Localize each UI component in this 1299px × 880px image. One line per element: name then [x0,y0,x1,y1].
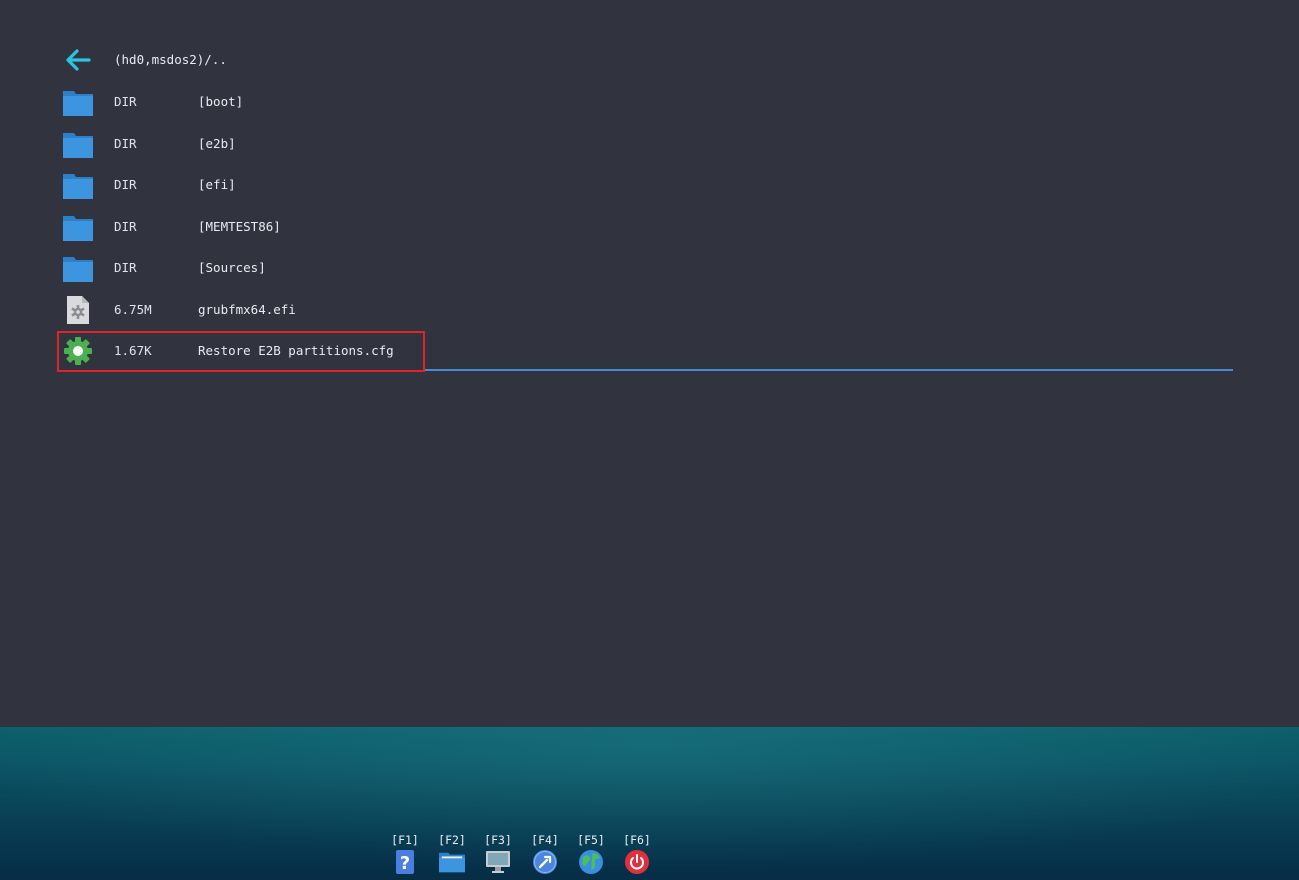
entry-size: DIR [114,177,137,192]
f3-label: [F3] [484,833,512,847]
entry-size: DIR [114,136,137,151]
list-item-e2b[interactable]: DIR [e2b] [58,127,1233,161]
f5-label: [F5] [577,833,605,847]
list-item-grubfmx64-efi[interactable]: 6.75M grubfmx64.efi [58,293,1233,327]
help-icon: ? [392,849,418,875]
f1-label: [F1] [391,833,419,847]
entry-size: DIR [114,94,137,109]
selection-underline [425,369,1233,371]
f5-network-button[interactable]: [F5] [571,833,611,875]
folder-icon [62,212,94,242]
list-item-sources[interactable]: DIR [Sources] [58,251,1233,285]
f1-help-button[interactable]: [F1] ? [385,833,425,875]
parent-directory-row[interactable]: (hd0,msdos2)/.. [58,43,1233,77]
entry-name: [Sources] [198,260,266,275]
f6-power-button[interactable]: [F6] [617,833,657,875]
globe-icon [578,849,604,875]
back-arrow-icon [62,45,94,75]
folder-icon [62,170,94,200]
entry-name: [boot] [198,94,244,109]
folder-icon [62,253,94,283]
f4-label: [F4] [531,833,559,847]
entry-name: [e2b] [198,136,236,151]
folder-icon [62,87,94,117]
file-browser-panel: (hd0,msdos2)/.. DIR [boot] DIR [e2b] DIR… [0,0,1299,727]
entry-name: [MEMTEST86] [198,219,281,234]
display-icon [485,849,511,875]
parent-directory-label: (hd0,msdos2)/.. [114,52,227,67]
list-item-memtest86[interactable]: DIR [MEMTEST86] [58,210,1233,244]
entry-name: grubfmx64.efi [198,302,296,317]
list-item-boot[interactable]: DIR [boot] [58,85,1233,119]
selection-highlight [57,331,425,372]
f6-label: [F6] [623,833,651,847]
entry-size: 6.75M [114,302,152,317]
f2-file-manager-button[interactable]: [F2] [432,833,472,875]
f2-label: [F2] [438,833,466,847]
file-manager-icon [439,849,465,875]
function-key-bar: [F1] ? [F2] [F3] [F4] [F5] [F6] [0,727,1299,880]
folder-icon [62,129,94,159]
entry-name: [efi] [198,177,236,192]
efi-file-icon [62,295,94,325]
list-item-efi[interactable]: DIR [efi] [58,168,1233,202]
f3-display-button[interactable]: [F3] [478,833,518,875]
power-icon [624,849,650,875]
svg-text:?: ? [400,853,410,874]
tools-icon [532,849,558,875]
grub-file-manager-screen: (hd0,msdos2)/.. DIR [boot] DIR [e2b] DIR… [0,0,1299,880]
entry-size: DIR [114,219,137,234]
f4-tools-button[interactable]: [F4] [525,833,565,875]
entry-size: DIR [114,260,137,275]
